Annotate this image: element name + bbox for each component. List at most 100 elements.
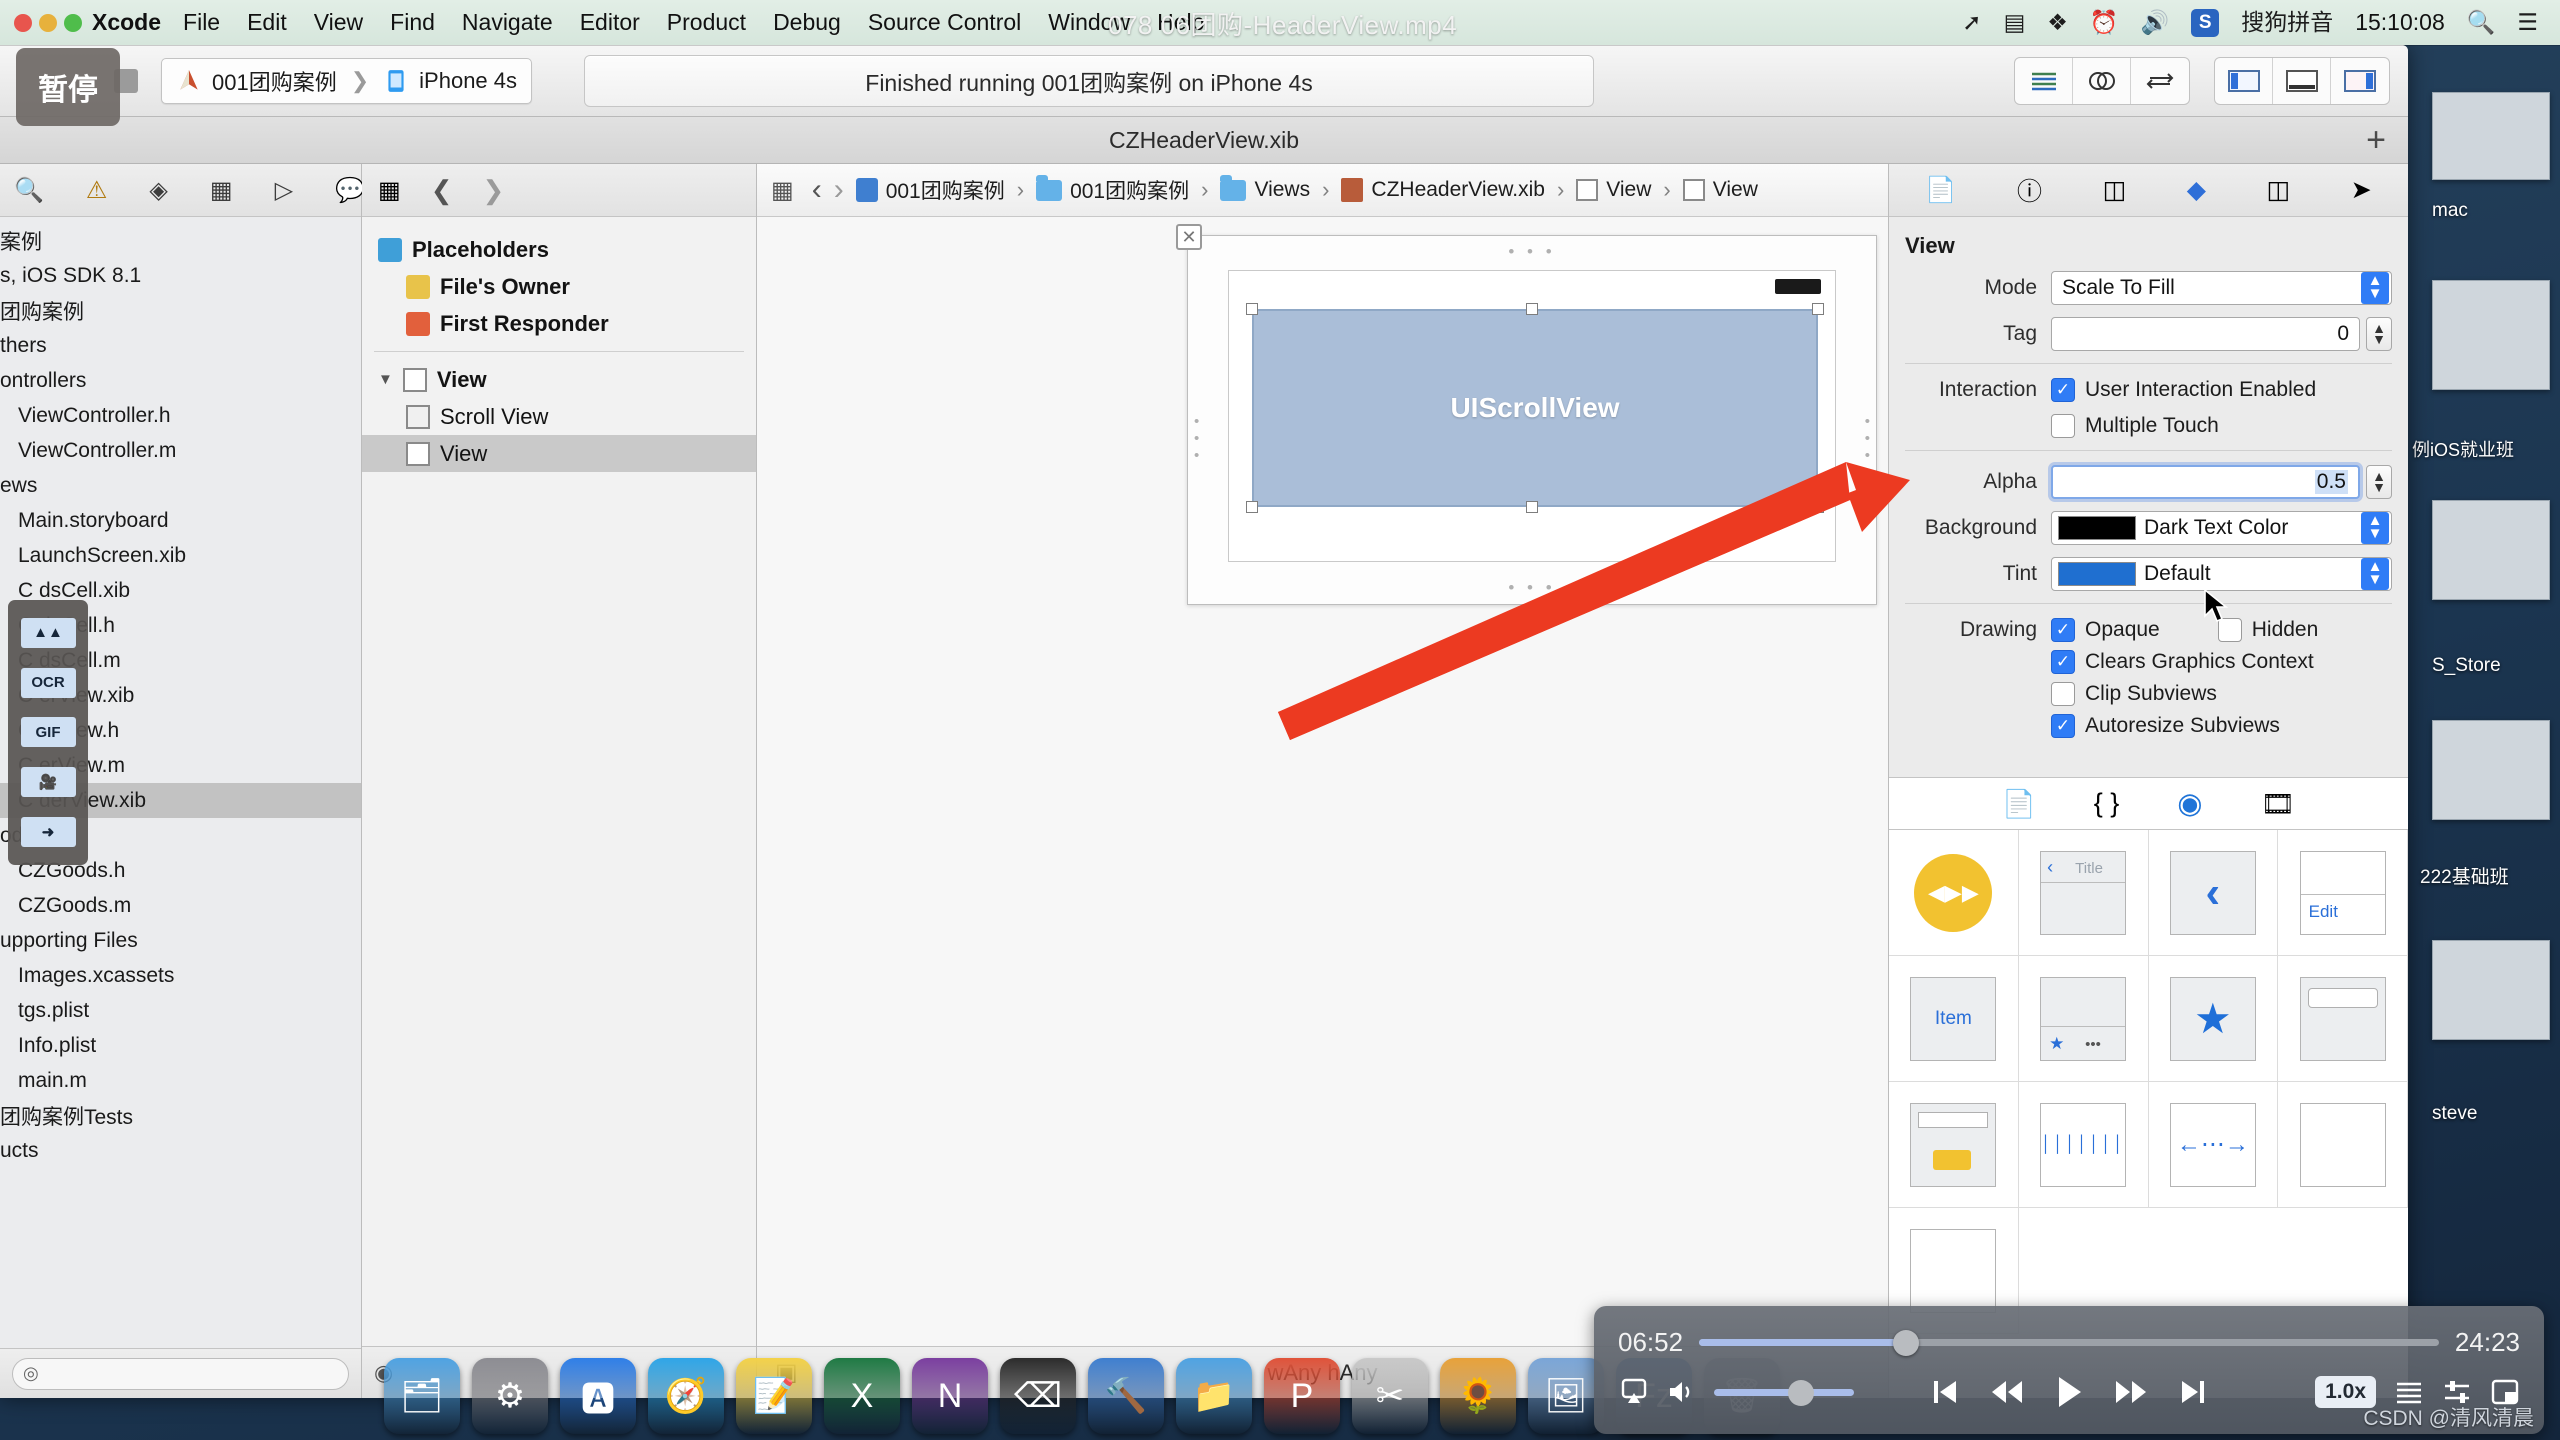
volume-slider[interactable] (1714, 1379, 1854, 1406)
dock-item-scissors-icon[interactable]: ✂ (1352, 1358, 1428, 1434)
outline-rows[interactable]: Placeholders File's Owner First Responder ▼… (362, 217, 756, 1346)
ib-close-badge[interactable]: ✕ (1176, 224, 1202, 250)
spotlight-search-icon[interactable]: 🔍 (2467, 11, 2496, 34)
resize-handle[interactable] (1246, 303, 1258, 315)
library-item[interactable] (2278, 956, 2408, 1082)
resize-handle[interactable] (1526, 303, 1538, 315)
alpha-input[interactable]: 0.5 (2051, 465, 2360, 499)
dock-item-onenote-icon[interactable]: N (912, 1358, 988, 1434)
breadcrumb-item[interactable]: 001团购案例 (1036, 174, 1189, 205)
grid-view-icon[interactable]: ▦ (378, 176, 401, 205)
dock-item-folder-icon[interactable]: 📁 (1176, 1358, 1252, 1434)
navigator-item[interactable]: CZGoods.m (0, 888, 361, 923)
menu-item-view[interactable]: View (314, 9, 363, 36)
opaque-checkbox[interactable]: ✓ (2051, 618, 2075, 642)
quick-help-icon[interactable]: ⓘ (2017, 172, 2042, 208)
navigator-item[interactable]: Main.storyboard (0, 503, 361, 538)
menu-item-product[interactable]: Product (667, 9, 746, 36)
debug-navigator-icon[interactable]: ▦ (210, 176, 233, 205)
volume-icon[interactable] (1666, 1377, 1698, 1407)
menu-item-debug[interactable]: Debug (773, 9, 841, 36)
assistant-editor-icon[interactable] (2073, 57, 2131, 104)
progress-slider[interactable] (1699, 1329, 2439, 1356)
breadcrumb-item[interactable]: View (1576, 178, 1651, 202)
desktop-icon[interactable] (2432, 92, 2550, 180)
dock-item-system-preferences-icon[interactable]: ⚙ (472, 1358, 548, 1434)
navigator-item[interactable]: thers (0, 328, 361, 363)
standard-editor-icon[interactable] (2015, 57, 2073, 104)
progress-knob[interactable] (1893, 1329, 1920, 1356)
navigator-item[interactable]: ucts (0, 1133, 361, 1168)
scheme-selector[interactable]: 001团购案例 ❯ iPhone 4s (161, 57, 533, 104)
tint-color-swatch[interactable] (2058, 562, 2136, 586)
library-item[interactable] (2278, 1082, 2408, 1208)
outline-row[interactable]: Placeholders (362, 231, 756, 268)
desktop-icon[interactable] (2432, 280, 2550, 390)
grid-view-icon[interactable]: ▦ (771, 176, 794, 205)
notification-center-icon[interactable]: ☰ (2517, 11, 2538, 34)
tint-color-popup[interactable]: Default ▲ ▼ (2051, 557, 2392, 591)
navigator-item[interactable]: 案例 (0, 223, 361, 258)
breadcrumb-item[interactable]: CZHeaderView.xib (1341, 178, 1545, 202)
desktop-icon[interactable] (2432, 940, 2550, 1040)
navigator-filter-field[interactable]: ◎ (12, 1357, 349, 1390)
toggle-debug-area-icon[interactable] (2273, 57, 2331, 104)
navigator-item[interactable]: Images.xcassets (0, 958, 361, 993)
dock-item-safari-icon[interactable]: 🧭 (648, 1358, 724, 1434)
add-tab-button[interactable]: + (2366, 123, 2386, 157)
menu-item-file[interactable]: File (183, 9, 220, 36)
video-record-icon[interactable]: 🎥 (20, 767, 76, 798)
breadcrumb-item[interactable]: 001团购案例 (855, 175, 1005, 205)
navigator-item[interactable]: LaunchScreen.xib (0, 538, 361, 573)
back-button[interactable]: ❮ (431, 175, 453, 206)
dock-item-app-store-icon[interactable]: 🅰 (560, 1358, 636, 1434)
tag-stepper[interactable]: ▲ ▼ (2366, 317, 2392, 351)
forward-button[interactable]: › (834, 173, 844, 207)
navigator-item[interactable]: s, iOS SDK 8.1 (0, 258, 361, 293)
version-editor-icon[interactable] (2131, 58, 2189, 104)
clip-subviews-checkbox[interactable] (2051, 682, 2075, 706)
menu-item-edit[interactable]: Edit (247, 9, 287, 36)
library-item[interactable]: ‹ Title (2018, 830, 2149, 956)
dock-item-photos-icon[interactable]: 🌻 (1440, 1358, 1516, 1434)
file-template-library-icon[interactable]: 📄 (2002, 788, 2036, 820)
dock-item-preview-icon[interactable]: 🖼 (1528, 1358, 1604, 1434)
volume-icon[interactable]: 🔊 (2141, 11, 2170, 34)
screenshot-icon[interactable]: ▲▲ (20, 617, 76, 648)
project-navigator-icon[interactable]: 🔍 (14, 176, 44, 205)
skip-to-start-icon[interactable] (1928, 1375, 1962, 1409)
gif-button[interactable]: GIF (20, 717, 76, 748)
library-item[interactable]: ‹ (2148, 830, 2279, 956)
navigator-item[interactable]: ViewController.m (0, 433, 361, 468)
recorder-pause-button[interactable]: 暂停 (16, 48, 120, 126)
library-item[interactable] (1889, 1082, 2019, 1208)
file-inspector-icon[interactable]: 📄 (1925, 176, 1956, 205)
toggle-utilities-icon[interactable] (2331, 58, 2389, 104)
issue-navigator-icon[interactable]: ⚠ (86, 176, 108, 205)
ib-document-frame[interactable]: • • • • • • • • • • • • ✕ UIScrollView (1176, 224, 1877, 605)
library-item[interactable]: Item (1889, 956, 2019, 1082)
toggle-navigator-icon[interactable] (2215, 57, 2273, 104)
resize-handle[interactable] (1526, 501, 1538, 513)
facetime-camera-icon[interactable]: ▤ (2004, 11, 2026, 34)
object-library-icon[interactable]: ◉ (2177, 786, 2202, 821)
menu-item-navigate[interactable]: Navigate (462, 9, 553, 36)
report-navigator-icon[interactable]: 💬 (335, 176, 365, 205)
interface-builder-canvas[interactable]: • • • • • • • • • • • • ✕ UIScrollView (757, 217, 1888, 1346)
code-snippet-library-icon[interactable]: { } (2094, 788, 2120, 819)
navigator-item[interactable]: upporting Files (0, 923, 361, 958)
tag-input[interactable]: 0 (2051, 317, 2360, 351)
airplay-icon[interactable]: ➚ (1962, 11, 1981, 34)
outline-row[interactable]: ▼ View (362, 361, 756, 398)
breakpoint-navigator-icon[interactable]: ▷ (275, 176, 293, 205)
library-item[interactable]: Edit (2278, 830, 2408, 956)
menu-item-source-control[interactable]: Source Control (868, 9, 1021, 36)
back-button[interactable]: ‹ (812, 173, 822, 207)
library-item[interactable]: ★ ••• (2018, 956, 2149, 1082)
dropbox-icon[interactable]: ❖ (2047, 11, 2068, 34)
navigator-item[interactable]: ViewController.h (0, 398, 361, 433)
disclosure-triangle-icon[interactable]: ▼ (378, 371, 393, 388)
library-item[interactable]: │││││││ (2018, 1082, 2149, 1208)
rewind-icon[interactable] (1988, 1375, 2026, 1409)
navigator-item[interactable]: Info.plist (0, 1028, 361, 1063)
